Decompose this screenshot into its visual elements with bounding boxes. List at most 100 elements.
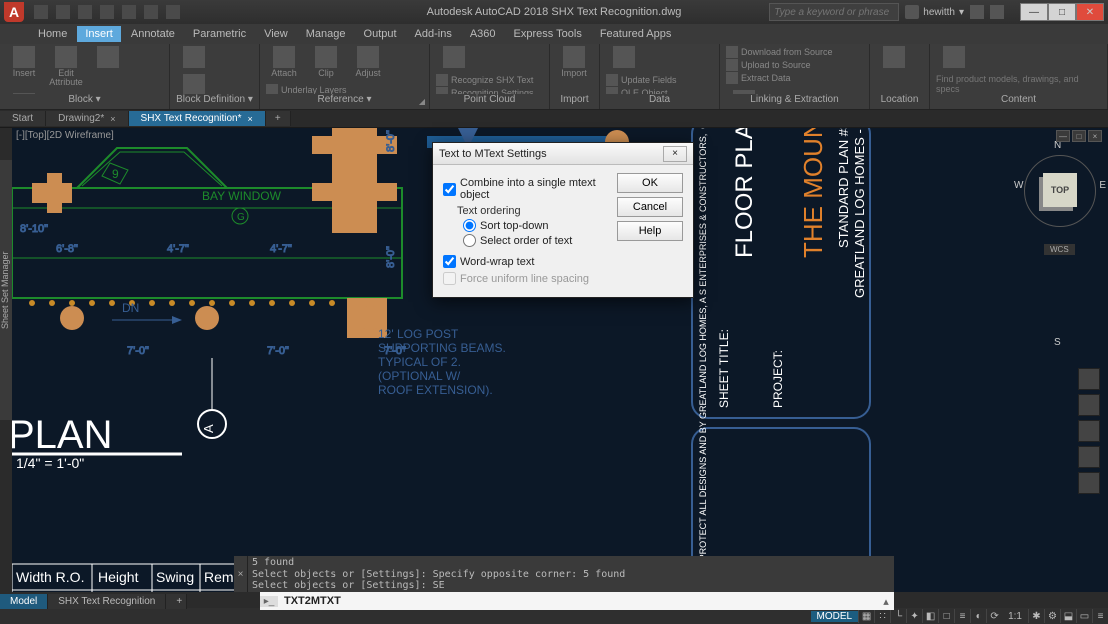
- ortho-icon[interactable]: └: [890, 609, 906, 623]
- pdf-import-button[interactable]: [436, 46, 472, 68]
- clean-screen-icon[interactable]: ▭: [1076, 609, 1092, 623]
- navigation-bar[interactable]: [1078, 368, 1100, 494]
- panel-content-title[interactable]: Content: [936, 94, 1101, 107]
- create-block-button[interactable]: [90, 46, 126, 68]
- close-icon[interactable]: ×: [110, 114, 115, 124]
- command-input[interactable]: TXT2MTXT: [278, 595, 878, 607]
- update-fields-button[interactable]: Update Fields: [606, 74, 677, 86]
- help-button[interactable]: Help: [617, 221, 683, 241]
- snap-icon[interactable]: ∷: [874, 609, 890, 623]
- qat-new-icon[interactable]: [34, 5, 48, 19]
- upload-source-button[interactable]: Upload to Source: [726, 59, 833, 71]
- qat-undo-icon[interactable]: [144, 5, 158, 19]
- hardware-accel-icon[interactable]: ⬓: [1060, 609, 1076, 623]
- panel-pointcloud-title[interactable]: Point Cloud: [436, 94, 543, 107]
- zoom-extents-icon[interactable]: [1078, 420, 1100, 442]
- tab-insert[interactable]: Insert: [77, 26, 121, 42]
- qat-open-icon[interactable]: [56, 5, 70, 19]
- tab-view[interactable]: View: [256, 26, 296, 42]
- dialog-close-button[interactable]: ×: [663, 146, 687, 162]
- tab-a360[interactable]: A360: [462, 26, 504, 42]
- panel-import-title[interactable]: Import: [556, 94, 593, 107]
- help-search-input[interactable]: [769, 3, 899, 21]
- lineweight-icon[interactable]: ≡: [954, 609, 970, 623]
- layout-model[interactable]: Model: [0, 594, 48, 609]
- osnap-icon[interactable]: □: [938, 609, 954, 623]
- doc-restore-button[interactable]: □: [1072, 130, 1086, 142]
- block-def-button-1[interactable]: [176, 46, 212, 68]
- showmotion-icon[interactable]: [1078, 472, 1100, 494]
- layout-add-button[interactable]: +: [166, 594, 187, 609]
- doc-minimize-button[interactable]: —: [1056, 130, 1070, 142]
- combine-checkbox[interactable]: Combine into a single mtext object: [443, 177, 617, 201]
- panel-location-title[interactable]: Location: [876, 94, 923, 107]
- content-search-icon[interactable]: [936, 46, 972, 68]
- block-def-button-2[interactable]: [176, 74, 212, 94]
- adjust-button[interactable]: Adjust: [350, 46, 386, 78]
- quick-access-toolbar[interactable]: [34, 5, 180, 19]
- doctab-new-button[interactable]: +: [266, 111, 291, 126]
- wordwrap-checkbox-input[interactable]: [443, 255, 456, 268]
- help-icon[interactable]: [990, 5, 1004, 19]
- viewport-label[interactable]: [-][Top][2D Wireframe]: [16, 130, 114, 141]
- underlay-layers-button[interactable]: Underlay Layers: [266, 84, 371, 94]
- maximize-button[interactable]: □: [1048, 3, 1076, 21]
- tab-express-tools[interactable]: Express Tools: [506, 26, 590, 42]
- status-model[interactable]: MODEL: [811, 611, 859, 622]
- insert-block-button[interactable]: Insert: [6, 46, 42, 78]
- tab-featured-apps[interactable]: Featured Apps: [592, 26, 680, 42]
- panel-linking-title[interactable]: Linking & Extraction: [726, 94, 863, 107]
- orbit-icon[interactable]: [1078, 446, 1100, 468]
- panel-blockdef-title[interactable]: Block Definition ▾: [176, 94, 253, 107]
- polar-icon[interactable]: ✦: [906, 609, 922, 623]
- set-location-button[interactable]: [876, 46, 912, 68]
- tab-annotate[interactable]: Annotate: [123, 26, 183, 42]
- ok-button[interactable]: OK: [617, 173, 683, 193]
- close-button[interactable]: ✕: [1076, 3, 1104, 21]
- sort-top-down-radio[interactable]: Sort top-down: [463, 219, 617, 232]
- select-cycling-icon[interactable]: ⟳: [986, 609, 1002, 623]
- isodraft-icon[interactable]: ◧: [922, 609, 938, 623]
- cancel-button[interactable]: Cancel: [617, 197, 683, 217]
- layout-shx[interactable]: SHX Text Recognition: [48, 594, 166, 609]
- navcube-face[interactable]: TOP: [1043, 173, 1077, 207]
- recognition-settings-button[interactable]: Recognition Settings: [436, 87, 534, 94]
- sort-radio-input[interactable]: [463, 219, 476, 232]
- combine-checkbox-input[interactable]: [443, 183, 456, 196]
- sheet-set-manager-palette[interactable]: Sheet Set Manager: [0, 160, 12, 420]
- user-menu[interactable]: hewitth ▾: [905, 5, 964, 19]
- pan-icon[interactable]: [1078, 394, 1100, 416]
- import-button[interactable]: Import: [556, 46, 592, 78]
- steering-wheel-icon[interactable]: [1078, 368, 1100, 390]
- anno-scale[interactable]: 1:1: [1002, 611, 1028, 622]
- dialog-title-bar[interactable]: Text to MText Settings ×: [433, 143, 693, 165]
- attach-button[interactable]: Attach: [266, 46, 302, 78]
- panel-data-title[interactable]: Data: [606, 94, 713, 107]
- qat-saveas-icon[interactable]: [100, 5, 114, 19]
- doctab-start[interactable]: Start: [0, 111, 46, 126]
- anno-visibility-icon[interactable]: ✱: [1028, 609, 1044, 623]
- recognize-shx-button[interactable]: Recognize SHX Text: [436, 74, 534, 86]
- minimize-button[interactable]: —: [1020, 3, 1048, 21]
- wcs-label[interactable]: WCS: [1044, 244, 1075, 255]
- doctab-drawing2[interactable]: Drawing2*×: [46, 111, 128, 126]
- workspace-icon[interactable]: ⚙: [1044, 609, 1060, 623]
- select-order-radio-input[interactable]: [463, 234, 476, 247]
- navcube[interactable]: N S E W TOP WCS: [1020, 140, 1100, 340]
- select-order-radio[interactable]: Select order of text: [463, 234, 617, 247]
- customize-icon[interactable]: ≡: [1092, 609, 1108, 623]
- download-source-button[interactable]: Download from Source: [726, 46, 833, 58]
- wordwrap-checkbox[interactable]: Word-wrap text: [443, 255, 617, 268]
- edit-attribute-button[interactable]: Edit Attribute: [48, 46, 84, 87]
- qat-plot-icon[interactable]: [122, 5, 136, 19]
- transparency-icon[interactable]: ◐: [970, 609, 986, 623]
- doc-close-button[interactable]: ×: [1088, 130, 1102, 142]
- command-line[interactable]: ▸_ TXT2MTXT ▴: [260, 592, 894, 610]
- qat-redo-icon[interactable]: [166, 5, 180, 19]
- field-button[interactable]: [606, 46, 642, 68]
- clip-button[interactable]: Clip: [308, 46, 344, 78]
- grid-icon[interactable]: ▦: [858, 609, 874, 623]
- exchange-icon[interactable]: [970, 5, 984, 19]
- cmd-close-button[interactable]: ×: [234, 556, 248, 592]
- tab-home[interactable]: Home: [30, 26, 75, 42]
